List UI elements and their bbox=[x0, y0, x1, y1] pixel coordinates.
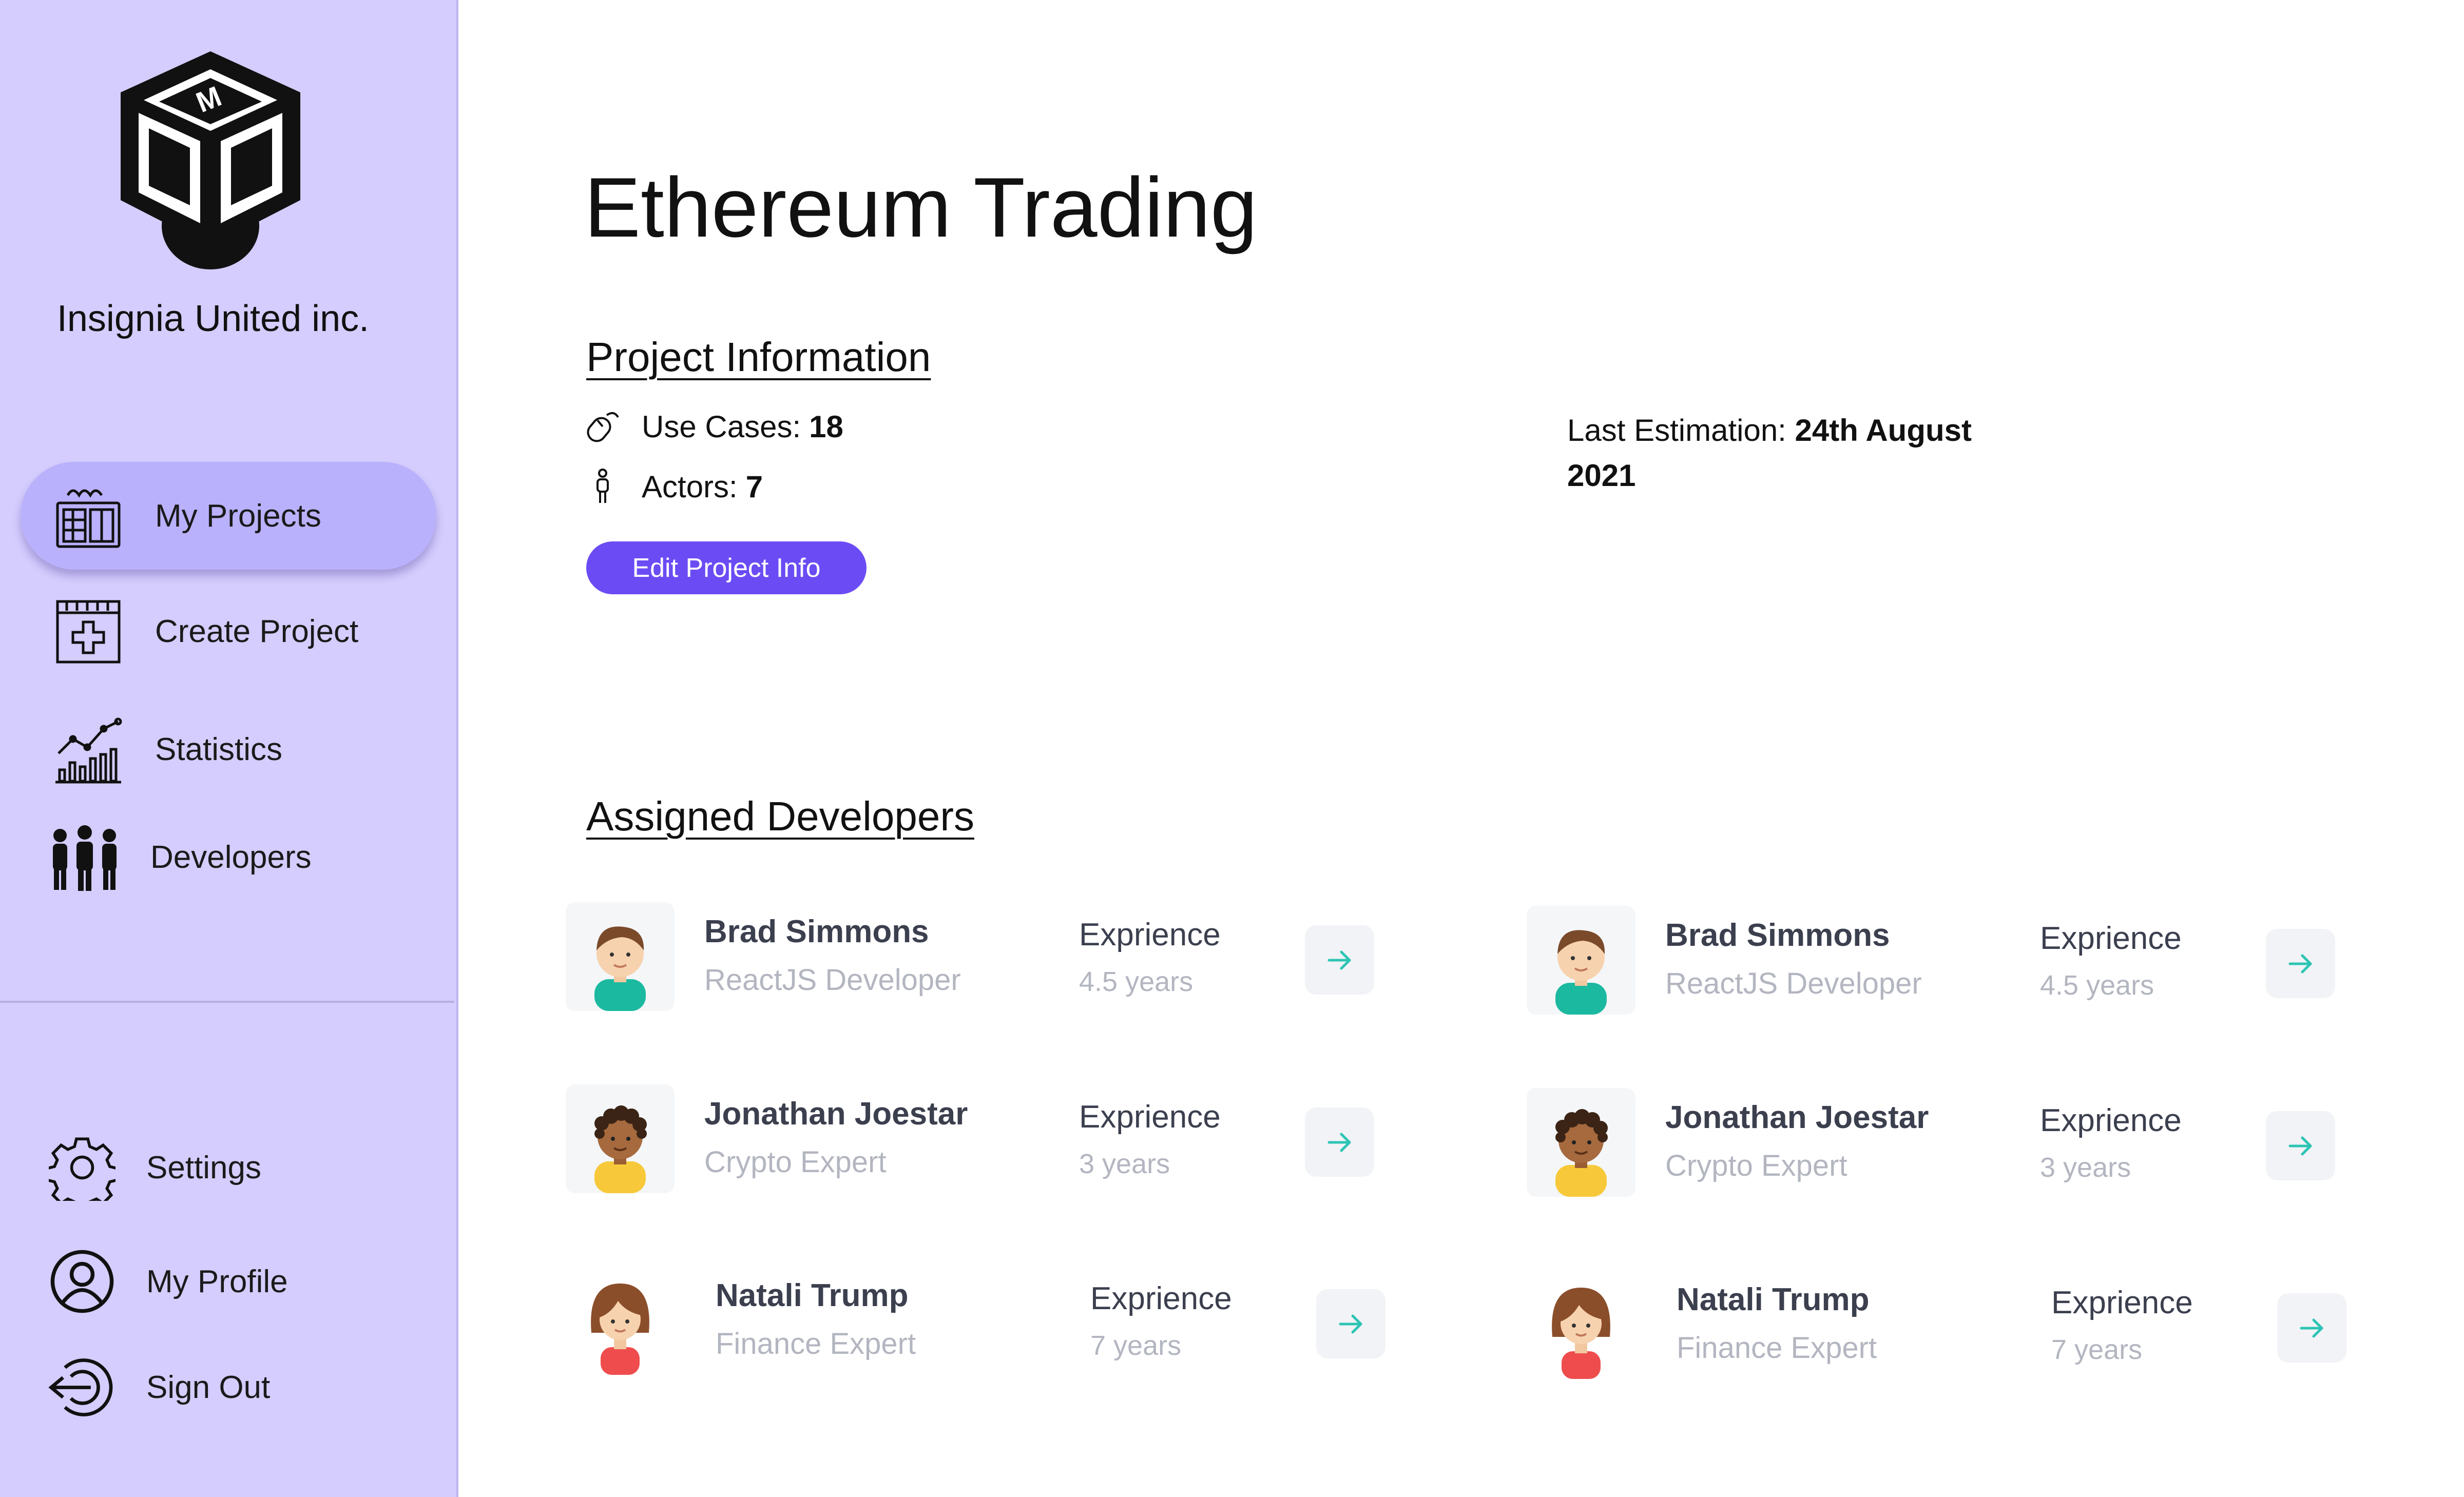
edit-project-info-button[interactable]: Edit Project Info bbox=[586, 541, 867, 594]
assigned-developers-heading: Assigned Developers bbox=[586, 793, 974, 839]
developer-card: Jonathan Joestar Crypto Expert Exprience… bbox=[1527, 1088, 2358, 1198]
curly-avatar bbox=[1527, 1088, 1635, 1197]
male-avatar bbox=[1527, 906, 1635, 1015]
building-icon bbox=[56, 489, 121, 548]
experience-value: 7 years bbox=[2051, 1334, 2143, 1365]
nav-label: Statistics bbox=[155, 731, 283, 767]
curly-avatar bbox=[566, 1084, 675, 1193]
developer-name: Brad Simmons bbox=[704, 914, 929, 949]
user-circle-icon bbox=[50, 1250, 114, 1313]
developer-role: ReactJS Developer bbox=[1665, 967, 1922, 1000]
open-developer-button[interactable] bbox=[2266, 1111, 2335, 1180]
arrow-right-icon bbox=[1324, 1126, 1356, 1158]
nav-settings[interactable]: Settings bbox=[21, 1114, 436, 1221]
project-info-heading: Project Information bbox=[586, 334, 931, 380]
arrow-right-icon bbox=[2296, 1312, 2328, 1344]
arrow-right-icon bbox=[2285, 948, 2317, 980]
arrow-right-icon bbox=[2285, 1130, 2317, 1162]
experience-value: 7 years bbox=[1090, 1330, 1182, 1361]
experience-label: Exprience bbox=[2051, 1285, 2193, 1320]
developer-name: Jonathan Joestar bbox=[1665, 1100, 1929, 1135]
developer-name: Natali Trump bbox=[716, 1278, 909, 1313]
developer-role: Crypto Expert bbox=[1665, 1149, 1847, 1182]
developer-card: Brad Simmons ReactJS Developer Exprience… bbox=[1527, 906, 2358, 1016]
arrow-right-icon bbox=[1324, 944, 1356, 976]
gear-icon bbox=[49, 1137, 116, 1201]
experience-value: 3 years bbox=[2040, 1152, 2131, 1183]
experience-label: Exprience bbox=[1090, 1281, 1232, 1316]
actors-value: 7 bbox=[745, 469, 763, 504]
open-developer-button[interactable] bbox=[2277, 1293, 2346, 1363]
nav-label: Sign Out bbox=[146, 1369, 271, 1405]
experience-label: Exprience bbox=[2040, 1103, 2182, 1138]
nav-my-profile[interactable]: My Profile bbox=[21, 1228, 436, 1335]
nav-label: My Profile bbox=[146, 1263, 288, 1299]
mouse-icon bbox=[587, 412, 619, 442]
developer-role: Finance Expert bbox=[1677, 1331, 1877, 1365]
developer-role: Crypto Expert bbox=[704, 1145, 887, 1179]
experience-value: 4.5 years bbox=[1079, 966, 1194, 997]
developer-name: Brad Simmons bbox=[1665, 918, 1890, 953]
company-name: Insignia United inc. bbox=[56, 298, 370, 339]
last-estimation: Last Estimation: 24th August 2021 bbox=[1567, 408, 2029, 498]
actors-line: Actors: 7 bbox=[584, 468, 763, 505]
use-cases-value: 18 bbox=[809, 409, 843, 444]
developer-card: Natali Trump Finance Expert Exprience 7 … bbox=[1527, 1270, 2358, 1381]
developer-role: Finance Expert bbox=[716, 1327, 916, 1360]
nav-label: My Projects bbox=[155, 498, 321, 534]
experience-label: Exprience bbox=[2040, 921, 2182, 956]
female-avatar bbox=[1527, 1270, 1635, 1379]
nav-statistics[interactable]: Statistics bbox=[21, 695, 436, 803]
nav-label: Create Project bbox=[155, 613, 359, 649]
sign-out-icon bbox=[48, 1358, 113, 1416]
nav-label: Settings bbox=[146, 1150, 262, 1185]
developer-role: ReactJS Developer bbox=[704, 963, 961, 997]
use-cases-line: Use Cases: 18 bbox=[584, 408, 843, 445]
open-developer-button[interactable] bbox=[1305, 1107, 1374, 1177]
sidebar: M Insignia United inc. My Projects Creat… bbox=[0, 0, 458, 1497]
nav-label: Developers bbox=[150, 839, 312, 875]
developer-name: Natali Trump bbox=[1677, 1282, 1870, 1317]
male-avatar bbox=[566, 902, 675, 1011]
page-title: Ethereum Trading bbox=[584, 160, 1258, 255]
chart-icon bbox=[55, 717, 122, 784]
open-developer-button[interactable] bbox=[2266, 929, 2335, 998]
nav-developers[interactable]: Developers bbox=[21, 803, 436, 911]
developer-name: Jonathan Joestar bbox=[704, 1096, 968, 1132]
female-avatar bbox=[566, 1266, 675, 1375]
company-logo: M bbox=[113, 46, 313, 272]
open-developer-button[interactable] bbox=[1305, 925, 1374, 995]
developer-card: Natali Trump Finance Expert Exprience 7 … bbox=[566, 1266, 1397, 1376]
developer-card: Jonathan Joestar Crypto Expert Exprience… bbox=[566, 1084, 1397, 1195]
sidebar-divider bbox=[0, 1001, 454, 1003]
actors-label: Actors: bbox=[642, 469, 738, 504]
people-icon bbox=[53, 825, 117, 891]
add-calendar-icon bbox=[56, 600, 121, 664]
nav-create-project[interactable]: Create Project bbox=[21, 577, 436, 685]
estimation-label: Last Estimation: bbox=[1567, 413, 1786, 448]
person-icon bbox=[596, 469, 609, 503]
use-cases-label: Use Cases: bbox=[642, 409, 801, 444]
nav-sign-out[interactable]: Sign Out bbox=[21, 1333, 436, 1441]
experience-value: 4.5 years bbox=[2040, 970, 2154, 1001]
experience-label: Exprience bbox=[1079, 1099, 1221, 1135]
experience-value: 3 years bbox=[1079, 1149, 1170, 1179]
developer-card: Brad Simmons ReactJS Developer Exprience… bbox=[566, 902, 1397, 1013]
experience-label: Exprience bbox=[1079, 917, 1221, 952]
open-developer-button[interactable] bbox=[1316, 1289, 1385, 1358]
arrow-right-icon bbox=[1335, 1308, 1367, 1340]
nav-my-projects[interactable]: My Projects bbox=[21, 462, 436, 570]
